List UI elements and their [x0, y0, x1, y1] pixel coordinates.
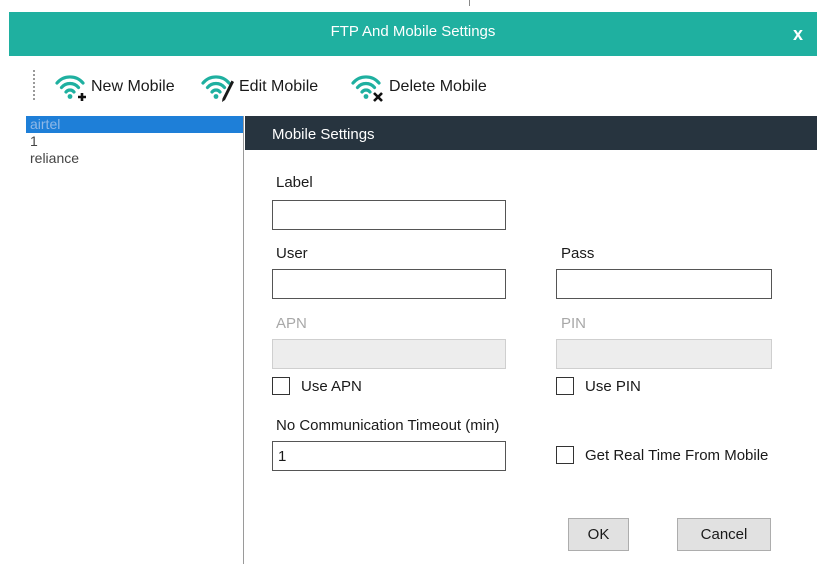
real-time-checkbox-box[interactable] — [556, 446, 574, 464]
mobile-list[interactable]: airtel 1 reliance — [26, 116, 244, 564]
use-apn-checkbox-box[interactable] — [272, 377, 290, 395]
delete-mobile-button[interactable]: Delete Mobile — [349, 70, 487, 104]
label-field-label: Label — [276, 174, 313, 191]
pass-field-label: Pass — [561, 245, 595, 262]
use-apn-checkbox[interactable]: Use APN — [272, 377, 362, 395]
panel-header: Mobile Settings — [245, 116, 817, 150]
title-bar: FTP And Mobile Settings x — [9, 12, 817, 56]
cancel-button[interactable]: Cancel — [677, 518, 771, 551]
apn-field-label: APN — [276, 315, 307, 332]
use-apn-label: Use APN — [301, 377, 362, 395]
wifi-add-icon — [55, 75, 86, 101]
mobile-settings-panel: Mobile Settings Label User Pass APN PIN … — [245, 116, 817, 564]
wifi-delete-icon — [351, 75, 383, 102]
timeout-input[interactable] — [272, 441, 506, 471]
close-button[interactable]: x — [787, 22, 809, 46]
user-input[interactable] — [272, 269, 506, 299]
new-mobile-label: New Mobile — [91, 78, 175, 95]
use-pin-label: Use PIN — [585, 377, 641, 395]
pass-input[interactable] — [556, 269, 772, 299]
edit-mobile-label: Edit Mobile — [239, 78, 319, 95]
apn-input[interactable] — [272, 339, 506, 369]
list-item[interactable]: reliance — [26, 150, 243, 167]
use-pin-checkbox-box[interactable] — [556, 377, 574, 395]
toolbar-grip[interactable] — [33, 70, 35, 100]
timeout-field-label: No Communication Timeout (min) — [276, 417, 500, 434]
delete-mobile-label: Delete Mobile — [389, 78, 487, 95]
real-time-checkbox[interactable]: Get Real Time From Mobile — [556, 446, 768, 464]
top-edge-marker — [469, 0, 470, 6]
wifi-edit-icon — [201, 75, 234, 102]
user-field-label: User — [276, 245, 308, 262]
label-input[interactable] — [272, 200, 506, 230]
ok-button[interactable]: OK — [568, 518, 629, 551]
new-mobile-button[interactable]: New Mobile — [53, 70, 175, 104]
edit-mobile-button[interactable]: Edit Mobile — [199, 70, 318, 104]
real-time-label: Get Real Time From Mobile — [585, 446, 769, 464]
pin-input[interactable] — [556, 339, 772, 369]
window-title: FTP And Mobile Settings — [330, 23, 496, 40]
pin-field-label: PIN — [561, 315, 587, 332]
list-item[interactable]: 1 — [26, 133, 243, 150]
list-item[interactable]: airtel — [26, 116, 243, 133]
use-pin-checkbox[interactable]: Use PIN — [556, 377, 641, 395]
toolbar: New Mobile Edit Mobile Delete Mobile — [9, 56, 817, 116]
